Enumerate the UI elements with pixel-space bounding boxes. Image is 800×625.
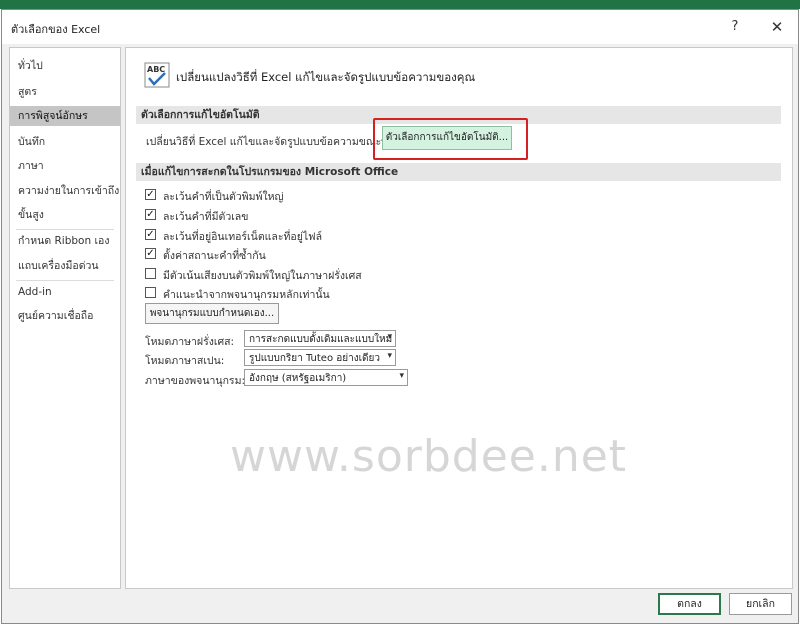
spanish-modes-label: โหมดภาษาสเปน:: [145, 355, 225, 367]
nav-divider: [16, 229, 114, 230]
chevron-down-icon: ▾: [387, 351, 392, 361]
checkbox-box[interactable]: ✓: [145, 248, 156, 259]
spanish-modes-dropdown[interactable]: รูปแบบกริยา Tuteo อย่างเดียว ▾: [244, 349, 396, 366]
options-nav: ทั่วไป สูตร การพิสูจน์อักษร บันทึก ภาษา …: [9, 47, 121, 589]
close-button[interactable]: ✕: [762, 15, 792, 39]
nav-divider: [16, 280, 114, 281]
close-icon: ✕: [770, 18, 784, 36]
nav-item-proofing[interactable]: การพิสูจน์อักษร: [10, 106, 120, 126]
checkbox-box[interactable]: [145, 268, 156, 279]
dropdown-value: อังกฤษ (สหรัฐอเมริกา): [249, 373, 347, 384]
nav-item-customize-ribbon[interactable]: กำหนด Ribbon เอง: [10, 231, 120, 251]
checkbox-label: คำแนะนำจากพจนานุกรมหลักเท่านั้น: [163, 289, 330, 301]
autocorrect-description: เปลี่ยนวิธีที่ Excel แก้ไขและจัดรูปแบบข้…: [146, 136, 406, 148]
custom-dictionaries-button[interactable]: พจนานุกรมแบบกำหนดเอง...: [145, 303, 279, 324]
nav-item-trust-center[interactable]: ศูนย์ความเชื่อถือ: [10, 306, 120, 326]
dictionary-language-label: ภาษาของพจนานุกรม:: [145, 375, 246, 387]
ok-button[interactable]: ตกลง: [658, 593, 721, 615]
checkbox-box[interactable]: [145, 287, 156, 298]
nav-item-accessibility[interactable]: ความง่ายในการเข้าถึง: [10, 181, 120, 201]
intro-text: เปลี่ยนแปลงวิธีที่ Excel แก้ไขและจัดรูปแ…: [176, 70, 476, 84]
dialog-title: ตัวเลือกของ Excel: [11, 23, 101, 36]
checkbox-label: ละเว้นคำที่เป็นตัวพิมพ์ใหญ่: [163, 191, 284, 203]
abc-proofing-icon: ABC: [144, 62, 170, 88]
help-icon: ?: [731, 19, 739, 34]
french-modes-label: โหมดภาษาฝรั่งเศส:: [145, 336, 235, 348]
nav-item-language[interactable]: ภาษา: [10, 156, 120, 176]
checkbox-label: มีตัวเน้นเสียงบนตัวพิมพ์ใหญ่ในภาษาฝรั่งเ…: [163, 270, 362, 282]
svg-text:ABC: ABC: [147, 65, 165, 74]
watermark-text: www.sorbdee.net: [230, 431, 628, 482]
autocorrect-options-button[interactable]: ตัวเลือกการแก้ไขอัตโนมัติ...: [382, 126, 512, 150]
checkbox-box[interactable]: ✓: [145, 189, 156, 200]
dropdown-value: การสะกดแบบดั้งเดิมและแบบใหม่: [249, 334, 393, 345]
cancel-button[interactable]: ยกเลิก: [729, 593, 792, 615]
chevron-down-icon: ▾: [399, 371, 404, 381]
nav-item-quick-access-toolbar[interactable]: แถบเครื่องมือด่วน: [10, 256, 120, 276]
nav-item-formulas[interactable]: สูตร: [10, 82, 120, 102]
french-modes-dropdown[interactable]: การสะกดแบบดั้งเดิมและแบบใหม่ ▾: [244, 330, 396, 347]
nav-item-advanced[interactable]: ขั้นสูง: [10, 205, 120, 225]
nav-item-general[interactable]: ทั่วไป: [10, 56, 120, 76]
nav-item-save[interactable]: บันทึก: [10, 132, 120, 152]
dropdown-value: รูปแบบกริยา Tuteo อย่างเดียว: [249, 353, 380, 364]
checkbox-box[interactable]: ✓: [145, 209, 156, 220]
checkbox-label: ตั้งค่าสถานะคำที่ซ้ำกัน: [163, 250, 266, 262]
help-button[interactable]: ?: [720, 15, 750, 39]
dictionary-language-dropdown[interactable]: อังกฤษ (สหรัฐอเมริกา) ▾: [244, 369, 408, 386]
excel-options-dialog: ตัวเลือกของ Excel ? ✕ ทั่วไป สูตร การพิส…: [1, 9, 799, 624]
excel-ribbon-strip: [0, 0, 800, 9]
proofing-content: ABC เปลี่ยนแปลงวิธีที่ Excel แก้ไขและจัด…: [125, 47, 793, 589]
nav-item-add-ins[interactable]: Add-in: [10, 282, 120, 302]
checkbox-box[interactable]: ✓: [145, 229, 156, 240]
checkbox-label: ละเว้นที่อยู่อินเทอร์เน็ตและที่อยู่ไฟล์: [163, 231, 323, 243]
spelling-section-header: เมื่อแก้ไขการสะกดในโปรแกรมของ Microsoft …: [136, 163, 781, 181]
checkbox-label: ละเว้นคำที่มีตัวเลข: [163, 211, 249, 223]
title-bar: ตัวเลือกของ Excel ? ✕: [2, 10, 798, 44]
chevron-down-icon: ▾: [387, 332, 392, 342]
